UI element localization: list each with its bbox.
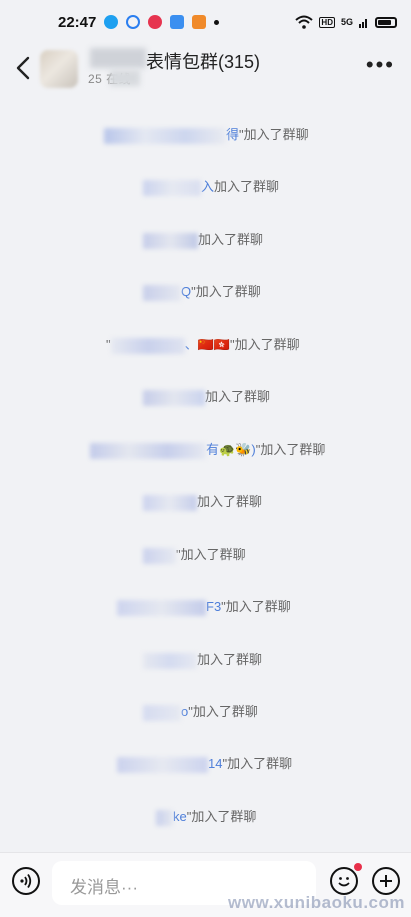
red-app-icon (148, 15, 163, 29)
join-text: "加入了群聊 (176, 547, 246, 562)
nickname-blur (143, 179, 201, 196)
smile-face-icon (338, 877, 350, 887)
system-message: Q"加入了群聊 (143, 282, 261, 302)
watermark: www.xunibaoku.com (228, 893, 405, 912)
system-message: 加入了群聊 (143, 650, 262, 670)
subtitle-blur-mask (110, 70, 140, 86)
blue-app-icon (170, 15, 185, 29)
system-message: 加入了群聊 (143, 230, 263, 250)
nickname-blur (143, 494, 197, 511)
input-bar: 发消息··· www.xunibaoku.com (0, 852, 411, 917)
member-nickname[interactable]: ke (173, 809, 187, 824)
member-nickname[interactable]: F3 (206, 599, 221, 614)
voice-waves-icon (20, 873, 32, 889)
status-bar: 22:47 HD 5G (0, 0, 411, 44)
more-dots-icon[interactable]: ••• (366, 54, 395, 76)
chat-header: 表情包群(315) 25 在线 ••• (0, 44, 411, 96)
chevron-left-icon[interactable] (12, 54, 36, 82)
plus-symbol-icon (380, 875, 392, 887)
message-placeholder: 发消息··· (70, 878, 138, 897)
battery-icon (375, 16, 397, 28)
join-text: 加入了群聊 (197, 652, 263, 667)
circle-icon (126, 15, 141, 29)
nickname-blur (117, 599, 206, 616)
voice-icon[interactable] (12, 867, 40, 895)
group-avatar[interactable] (40, 50, 78, 88)
nickname-blur (143, 704, 181, 721)
join-text: "加入了群聊 (221, 599, 291, 614)
nickname-blur (156, 809, 173, 826)
join-text: "加入了群聊 (239, 127, 309, 142)
chat-area[interactable]: 得"加入了群聊 入加入了群聊 加入了群聊 Q"加入了群聊 " 、🇨🇳🇭🇰"加入了群… (0, 96, 411, 852)
system-message: 得"加入了群聊 (104, 125, 309, 145)
nickname-blur (117, 756, 208, 773)
dot-icon (214, 19, 220, 25)
system-message: 14"加入了群聊 (117, 754, 292, 774)
member-nickname[interactable]: 有🐢🐝) (206, 442, 256, 457)
member-nickname[interactable]: 、🇨🇳🇭🇰 (185, 337, 230, 352)
system-message: "加入了群聊 (143, 545, 246, 565)
signal-icon (359, 18, 367, 28)
join-text: "加入了群聊 (255, 442, 326, 457)
plus-icon[interactable] (372, 867, 400, 895)
join-text: "加入了群聊 (230, 337, 300, 352)
nickname-blur (143, 652, 197, 669)
signal-label: 5G (340, 17, 353, 27)
system-message: o"加入了群聊 (143, 702, 258, 722)
system-message: F3"加入了群聊 (117, 597, 291, 617)
member-nickname[interactable]: 得 (226, 127, 239, 142)
nickname-blur (110, 337, 185, 354)
join-text: 加入了群聊 (197, 494, 263, 509)
status-time: 22:47 (58, 13, 97, 31)
system-message: ke"加入了群聊 (156, 807, 256, 827)
hd-badge: HD (319, 16, 335, 28)
member-nickname[interactable]: 14 (208, 756, 222, 771)
system-message: 加入了群聊 (143, 492, 262, 512)
wifi-icon (295, 15, 314, 29)
system-message: 加入了群聊 (143, 387, 270, 407)
member-nickname[interactable]: Q (181, 284, 191, 299)
nickname-blur (143, 232, 198, 249)
qq-icon (104, 15, 119, 29)
join-text: 加入了群聊 (214, 179, 280, 194)
system-message: 入加入了群聊 (143, 177, 279, 197)
nickname-blur (143, 547, 176, 564)
nickname-blur (90, 442, 206, 459)
join-text: 加入了群聊 (198, 232, 264, 247)
join-text: 加入了群聊 (205, 389, 271, 404)
orange-app-icon (192, 15, 207, 29)
join-text: "加入了群聊 (186, 809, 257, 824)
join-text: "加入了群聊 (191, 284, 261, 299)
join-text: "加入了群聊 (188, 704, 258, 719)
nickname-blur (143, 284, 181, 301)
system-message: " 、🇨🇳🇭🇰"加入了群聊 (106, 335, 300, 355)
quote-mark: " (106, 337, 111, 352)
system-message: 有🐢🐝)"加入了群聊 (90, 440, 325, 460)
emoji-icon[interactable] (330, 867, 358, 895)
title-blur-mask (90, 48, 146, 68)
group-title[interactable]: 表情包群(315) (146, 48, 260, 74)
join-text: "加入了群聊 (222, 756, 293, 771)
member-nickname[interactable]: 入 (201, 179, 214, 194)
nickname-blur (104, 127, 226, 144)
nickname-blur (143, 389, 205, 406)
notification-dot (354, 863, 362, 871)
